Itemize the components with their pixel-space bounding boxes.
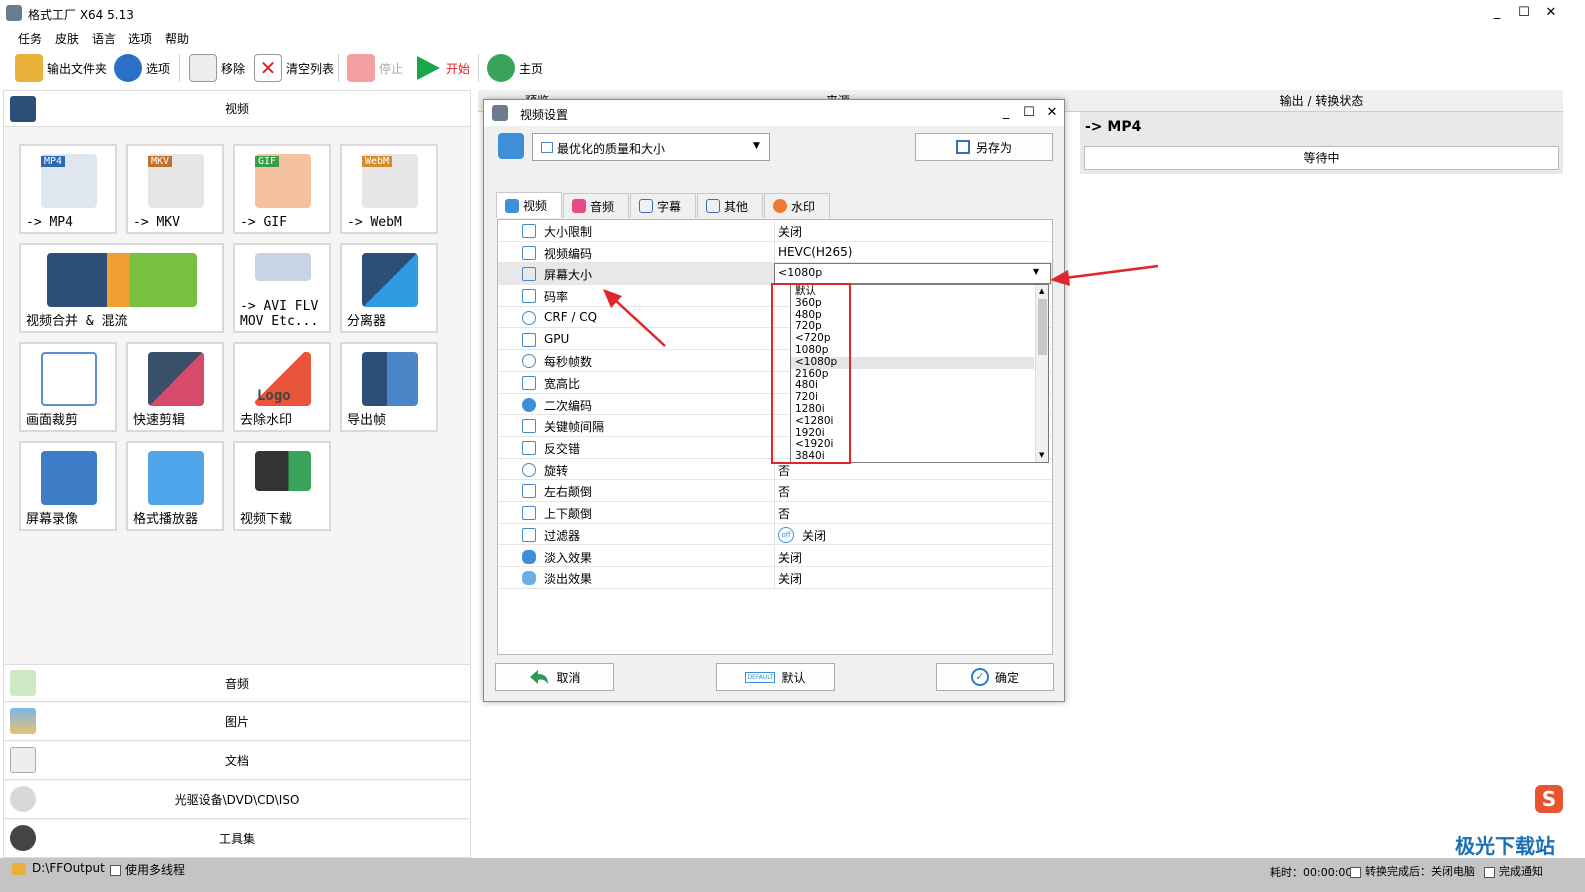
annotation-arrows bbox=[603, 264, 1159, 347]
notify-checkbox[interactable]: 完成通知 bbox=[1484, 863, 1543, 879]
checkbox-icon bbox=[1484, 866, 1495, 878]
annotation-arrow-left bbox=[613, 298, 666, 347]
status-bar: D:\FFOutput 使用多线程 耗时：00:00:00 转换完成后：关闭电脑… bbox=[0, 858, 1585, 892]
checkbox-icon bbox=[1350, 866, 1361, 878]
annotation-arrowhead-right bbox=[1050, 270, 1070, 286]
annotation-arrow-right bbox=[1064, 264, 1159, 280]
site-watermark-logo: S bbox=[1535, 785, 1563, 813]
elapsed-time: 耗时：00:00:00 bbox=[1270, 866, 1353, 879]
output-path[interactable]: D:\FFOutput bbox=[32, 861, 105, 875]
site-watermark-text: 极光下载站 bbox=[1455, 834, 1555, 858]
folder-icon bbox=[12, 863, 26, 875]
checkbox-icon bbox=[110, 865, 121, 876]
multithread-checkbox[interactable]: 使用多线程 bbox=[110, 861, 185, 878]
shutdown-after-checkbox[interactable]: 转换完成后：关闭电脑 bbox=[1350, 863, 1475, 879]
